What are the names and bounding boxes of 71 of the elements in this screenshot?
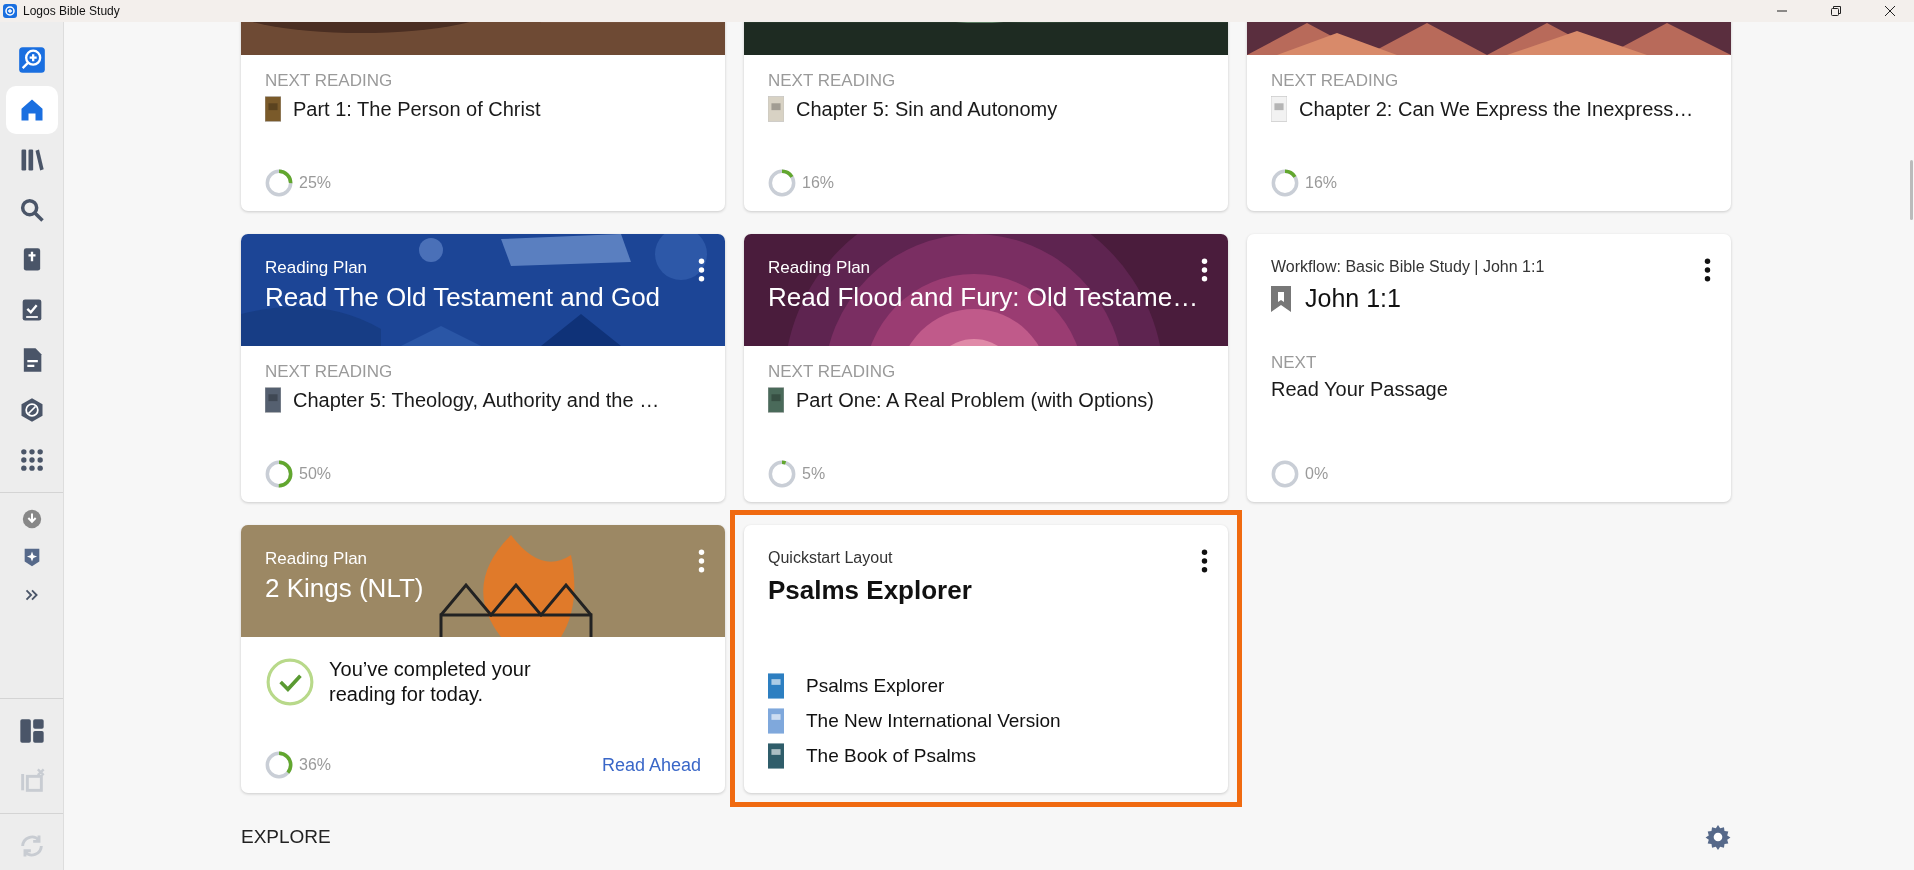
progress-ring (1271, 169, 1299, 197)
progress-percent: 50% (299, 465, 332, 483)
settings-icon[interactable] (1705, 824, 1731, 850)
card-title: Psalms Explorer (768, 575, 972, 606)
next-reading[interactable]: Chapter 2: Can We Express the Inexpress… (1299, 97, 1694, 121)
book-cover-icon (768, 743, 784, 769)
card-label: Reading Plan (265, 258, 369, 278)
next-label: NEXT READING (1271, 71, 1400, 91)
progress-percent: 0% (1305, 465, 1329, 483)
reading-plan-card[interactable]: Reading Plan 2 Kings (NLT) You’ve completed your reading for today. 36% Read Ahead (241, 525, 725, 793)
progress-percent: 25% (299, 174, 332, 192)
scrollbar-thumb[interactable] (1910, 160, 1913, 220)
read-ahead-link[interactable]: Read Ahead (601, 754, 701, 776)
card-title: Read Flood and Fury: Old Testame… (768, 282, 1199, 313)
progress-ring (768, 460, 796, 488)
book-cover-icon (265, 387, 281, 413)
card-label: Reading Plan (265, 549, 369, 569)
reading-plan-card[interactable]: NEXT READING Part 1: The Person of Christ 25% (241, 22, 725, 211)
next-label: NEXT READING (768, 362, 897, 382)
next-reading[interactable]: Part One: A Real Problem (with Options) (796, 388, 1154, 412)
progress-ring (265, 460, 293, 488)
resource-title[interactable]: The New International Version (806, 710, 1061, 732)
more-icon[interactable] (1201, 549, 1208, 573)
book-cover-icon (768, 387, 784, 413)
app-logo-icon (3, 4, 17, 18)
card-title: John 1:1 (1305, 284, 1401, 313)
progress-ring (265, 751, 293, 779)
resource-title[interactable]: The Book of Psalms (806, 745, 977, 767)
reading-plan-card[interactable]: Reading Plan Read The Old Testament and God NEXT READING Chapter 5: Theology, Authority and the … 50% (241, 234, 725, 502)
progress-percent: 5% (802, 465, 826, 483)
next-label: NEXT READING (265, 71, 394, 91)
section-heading: EXPLORE (241, 826, 331, 848)
card-label: Workflow: Basic Bible Study | John 1:1 (1271, 258, 1545, 276)
more-icon[interactable] (698, 258, 705, 282)
layout-card[interactable]: Quickstart Layout Psalms Explorer Psalms Explorer The New International Version The Book of Psalms (744, 525, 1228, 793)
next-reading[interactable]: Part 1: The Person of Christ (293, 97, 541, 121)
next-reading[interactable]: Read Your Passage (1271, 378, 1448, 401)
card-label: Reading Plan (768, 258, 872, 278)
home-icon[interactable] (5, 86, 58, 134)
book-cover-icon (1271, 96, 1287, 122)
progress-percent: 36% (299, 756, 332, 774)
progress-ring (1271, 460, 1299, 488)
card-title: 2 Kings (NLT) (265, 573, 424, 604)
card-label: Quickstart Layout (768, 549, 894, 567)
progress-percent: 16% (802, 174, 835, 192)
next-label: NEXT READING (265, 362, 394, 382)
book-cover-icon (768, 673, 784, 699)
next-reading[interactable]: Chapter 5: Theology, Authority and the … (293, 388, 660, 412)
next-reading[interactable]: Chapter 5: Sin and Autonomy (796, 97, 1058, 121)
next-label: NEXT (1271, 353, 1318, 373)
progress-ring (265, 169, 293, 197)
bookmark-icon (1271, 285, 1291, 312)
check-circle-icon (265, 657, 315, 707)
more-icon[interactable] (1201, 258, 1208, 282)
book-cover-icon (768, 708, 784, 734)
workflow-card[interactable]: Workflow: Basic Bible Study | John 1:1 John 1:1 NEXT Read Your Passage 0% (1247, 234, 1731, 502)
book-cover-icon (265, 96, 281, 122)
reading-plan-card[interactable]: Reading Plan Read Flood and Fury: Old Testame… NEXT READING Part One: A Real Problem (with Options) 5% (744, 234, 1228, 502)
progress-ring (768, 169, 796, 197)
more-icon[interactable] (1704, 258, 1711, 282)
restore-icon[interactable] (1830, 5, 1842, 17)
card-title: Read The Old Testament and God (265, 282, 661, 313)
resource-title[interactable]: Psalms Explorer (806, 675, 945, 697)
window-title: Logos Bible Study (23, 4, 120, 18)
reading-plan-card[interactable]: NEXT READING Chapter 2: Can We Express the Inexpress… 16% (1247, 22, 1731, 211)
close-icon[interactable] (1884, 5, 1896, 17)
completed-message: You’ve completed your reading for today. (329, 657, 532, 707)
next-label: NEXT READING (768, 71, 897, 91)
progress-percent: 16% (1305, 174, 1338, 192)
reading-plan-card[interactable]: NEXT READING Chapter 5: Sin and Autonomy 16% (744, 22, 1228, 211)
book-cover-icon (768, 96, 784, 122)
